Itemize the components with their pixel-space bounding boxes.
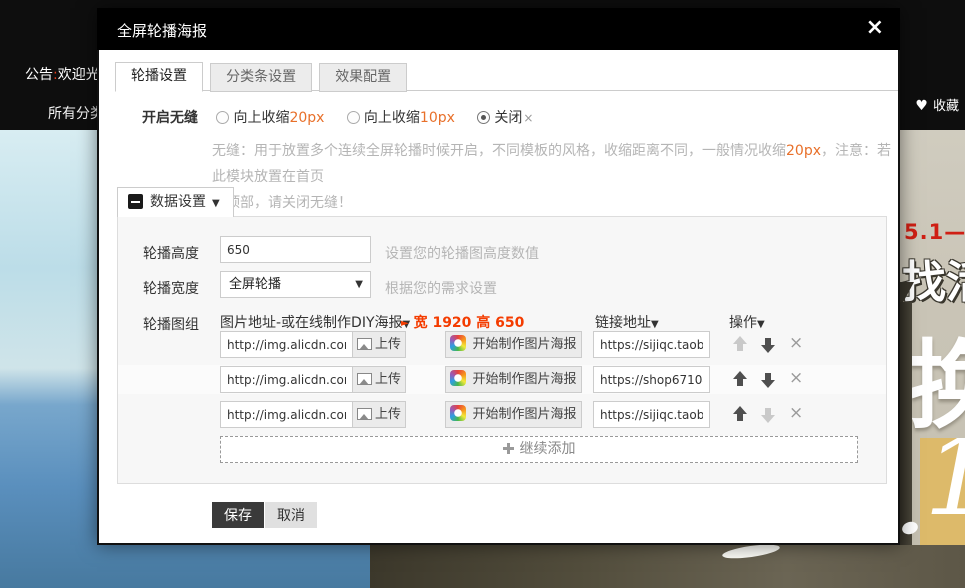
seamless-label: 开启无缝 (142, 110, 198, 126)
delete-row-icon[interactable]: × (789, 403, 803, 423)
move-up-icon (732, 336, 748, 353)
plus-icon (503, 443, 514, 454)
image-url-input[interactable] (220, 366, 353, 393)
carousel-height-label: 轮播高度 (143, 243, 199, 263)
radio-icon (347, 111, 360, 124)
close-icon[interactable]: × (866, 14, 884, 42)
add-more-button[interactable]: 继续添加 (220, 436, 858, 463)
radio-shrink-10px[interactable]: 向上收缩10px (347, 110, 459, 126)
move-down-icon (760, 406, 776, 423)
column-image-url[interactable]: 图片地址-或在线制作DIY海报▼ (220, 312, 410, 332)
seamless-option-row: 开启无缝 向上收缩20px 向上收缩10px 关闭× (142, 107, 551, 125)
banner-gold-block: 1 (920, 438, 965, 545)
tab-effect-config[interactable]: 效果配置 (319, 63, 407, 92)
tab-carousel-settings[interactable]: 轮播设置 (115, 62, 203, 92)
chevron-down-icon: ▼ (355, 272, 363, 297)
chevron-down-icon: ▼ (212, 198, 220, 209)
poster-maker-icon (450, 370, 466, 386)
modal-tabs: 轮播设置 分类条设置 效果配置 (115, 62, 898, 91)
link-url-input[interactable] (593, 366, 710, 393)
carousel-width-label: 轮播宽度 (143, 278, 199, 298)
image-icon (357, 408, 372, 420)
link-url-input[interactable] (593, 401, 710, 428)
delete-row-icon[interactable]: × (789, 333, 803, 353)
move-up-icon[interactable] (732, 371, 748, 388)
poster-maker-icon (450, 335, 466, 351)
size-requirement-note: ► 宽 1920 高 650 (401, 312, 524, 332)
image-url-input[interactable] (220, 331, 353, 358)
cancel-button[interactable]: 取消 (265, 502, 317, 528)
tab-category-bar-settings[interactable]: 分类条设置 (210, 63, 312, 92)
carousel-width-hint: 根据您的需求设置 (385, 278, 497, 298)
image-icon (357, 338, 372, 350)
data-settings-header[interactable]: 数据设置▼ (117, 187, 234, 217)
all-categories-menu[interactable]: 所有分类 (48, 103, 104, 123)
move-down-icon[interactable] (760, 371, 776, 388)
background-banner-strip: 5.1— 找活 换 1 (900, 130, 965, 545)
radio-close-seamless[interactable]: 关闭× (477, 110, 533, 126)
carousel-height-hint: 设置您的轮播图高度数值 (385, 243, 539, 263)
carousel-row: 上传 开始制作图片海报 × (118, 330, 886, 359)
make-poster-button[interactable]: 开始制作图片海报 (445, 366, 582, 393)
data-settings-panel: 轮播高度 设置您的轮播图高度数值 轮播宽度 全屏轮播 ▼ 根据您的需求设置 轮播… (117, 216, 887, 484)
upload-button[interactable]: 上传 (352, 366, 406, 393)
banner-pole (900, 302, 912, 545)
chevron-down-icon: ▼ (757, 319, 765, 330)
arrow-right-icon: ► (401, 318, 409, 329)
column-actions[interactable]: 操作▼ (729, 312, 765, 332)
poster-maker-icon (450, 405, 466, 421)
carousel-settings-modal: 全屏轮播海报 × 轮播设置 分类条设置 效果配置 开启无缝 向上收缩20px 向… (97, 8, 900, 545)
carousel-row: 上传 开始制作图片海报 × (118, 365, 886, 394)
image-group-columns: 图片地址-或在线制作DIY海报▼ ► 宽 1920 高 650 链接地址▼ 操作… (118, 312, 886, 332)
carousel-row: 上传 开始制作图片海报 × (118, 400, 886, 429)
upload-button[interactable]: 上传 (352, 331, 406, 358)
image-url-input[interactable] (220, 401, 353, 428)
carousel-width-select[interactable]: 全屏轮播 ▼ (220, 271, 371, 298)
link-url-input[interactable] (593, 331, 710, 358)
collapse-minus-icon (128, 194, 143, 209)
make-poster-button[interactable]: 开始制作图片海报 (445, 331, 582, 358)
radio-checked-icon (477, 111, 490, 124)
heart-icon: ♥ (915, 98, 928, 114)
seamless-help-text: 无缝：用于放置多个连续全屏轮播时候开启，不同模板的风格，收缩距离不同，一般情况收… (212, 138, 902, 216)
banner-date-text: 5.1— (904, 220, 965, 244)
favorite-link[interactable]: ♥收藏 (915, 95, 959, 114)
carousel-height-input[interactable] (220, 236, 371, 263)
save-button[interactable]: 保存 (212, 502, 264, 528)
banner-big-character: 换 (908, 308, 965, 447)
chevron-down-icon: ▼ (651, 319, 659, 330)
move-down-icon[interactable] (760, 336, 776, 353)
move-up-icon[interactable] (732, 406, 748, 423)
radio-shrink-20px[interactable]: 向上收缩20px (216, 110, 328, 126)
modal-titlebar: 全屏轮播海报 × (97, 8, 900, 50)
image-icon (357, 373, 372, 385)
radio-icon (216, 111, 229, 124)
upload-button[interactable]: 上传 (352, 401, 406, 428)
make-poster-button[interactable]: 开始制作图片海报 (445, 401, 582, 428)
modal-title: 全屏轮播海报 (117, 20, 207, 41)
delete-row-icon[interactable]: × (789, 368, 803, 388)
banner-gold-digit: 1 (924, 438, 965, 532)
column-link-url[interactable]: 链接地址▼ (595, 312, 659, 332)
